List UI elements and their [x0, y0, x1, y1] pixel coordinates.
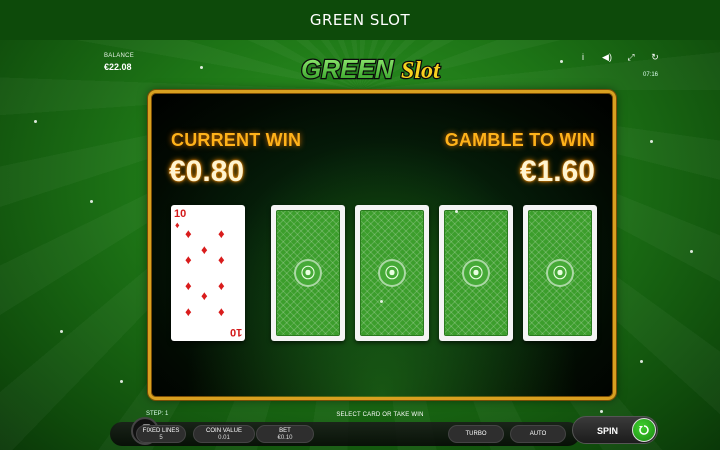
bet-value: €0.10: [277, 435, 293, 441]
card-emblem-icon: ⦿: [378, 259, 406, 287]
face-down-card-4[interactable]: ⦿: [523, 205, 597, 341]
balance-label: BALANCE: [104, 53, 135, 59]
diamond-icon: ♦: [218, 278, 225, 293]
clock: 07:16: [642, 72, 658, 78]
step-indicator: STEP: 1: [146, 411, 169, 417]
card-rank-bottom: 10: [229, 326, 242, 338]
snow-particle: [600, 410, 603, 413]
diamond-icon: ♦: [218, 226, 225, 241]
snow-particle: [90, 200, 93, 203]
spin-button[interactable]: SPIN: [572, 416, 658, 444]
face-down-card-2[interactable]: ⦿: [355, 205, 429, 341]
coin-value-label: COIN VALUE: [206, 428, 242, 434]
snow-particle: [455, 210, 458, 213]
card-emblem-icon: ⦿: [546, 259, 574, 287]
face-down-card-1[interactable]: ⦿: [271, 205, 345, 341]
turbo-label: TURBO: [465, 431, 487, 437]
face-down-card-3[interactable]: ⦿: [439, 205, 513, 341]
bet-control[interactable]: BET €0.10: [256, 425, 314, 443]
snow-particle: [690, 250, 693, 253]
snow-particle: [650, 140, 653, 143]
diamond-icon: ♦: [218, 304, 225, 319]
spin-label: SPIN: [597, 426, 619, 436]
snow-particle: [560, 60, 563, 63]
snow-particle: [120, 380, 123, 383]
card-emblem-icon: ⦿: [462, 259, 490, 287]
diamond-icon: ♦: [185, 278, 192, 293]
diamond-icon: ♦: [185, 226, 192, 241]
snow-particle: [60, 330, 63, 333]
current-win-label: CURRENT WIN: [171, 130, 302, 150]
auto-label: AUTO: [529, 431, 547, 437]
snow-particle: [200, 66, 203, 69]
fixed-lines-label: FIXED LINES: [142, 428, 180, 434]
spin-icon: [632, 418, 656, 442]
current-win-value: €0.80: [169, 155, 245, 188]
snow-particle: [640, 360, 643, 363]
history-icon[interactable]: ↻: [650, 52, 660, 62]
instruction-message: SELECT CARD OR TAKE WIN: [336, 412, 424, 418]
card-emblem-icon: ⦿: [294, 259, 322, 287]
snow-particle: [34, 120, 37, 123]
snow-particle: [380, 300, 383, 303]
coin-value-value: 0.01: [218, 435, 230, 441]
sound-icon[interactable]: ◀): [602, 52, 612, 62]
diamond-icon: ♦: [185, 304, 192, 319]
logo-text-slot: Slot: [401, 58, 441, 84]
balance-value: €22.08: [104, 62, 132, 72]
fullscreen-icon[interactable]: ⤢: [626, 52, 636, 62]
logo-text-green: GREEN: [301, 54, 395, 84]
gamble-to-win-value: €1.60: [519, 155, 595, 188]
fixed-lines-value: 5: [159, 435, 163, 441]
card-rank-top: 10: [174, 208, 187, 220]
bet-label: BET: [279, 428, 291, 434]
toolbar-icons: i ◀) ⤢ ↻: [578, 52, 660, 62]
revealed-card-ten-of-diamonds: 10 ♦ ♦ ♦ ♦ ♦ ♦ ♦ ♦ ♦ ♦ ♦ 10: [171, 205, 245, 341]
coin-value-control[interactable]: COIN VALUE 0.01: [193, 425, 255, 443]
game-title: GREEN SLOT: [309, 11, 411, 29]
diamond-icon: ♦: [218, 252, 225, 267]
game-logo: GREEN Slot: [295, 50, 465, 86]
gamble-to-win-label: GAMBLE TO WIN: [444, 130, 595, 150]
fixed-lines-control: FIXED LINES 5: [136, 425, 186, 443]
diamond-icon: ♦: [175, 220, 180, 230]
turbo-button[interactable]: TURBO: [448, 425, 504, 443]
auto-button[interactable]: AUTO: [510, 425, 566, 443]
gamble-panel: CURRENT WIN €0.80 GAMBLE TO WIN €1.60 10…: [148, 90, 616, 400]
balance-display: BALANCE €22.08: [104, 53, 134, 72]
info-icon[interactable]: i: [578, 52, 588, 62]
title-bar: GREEN SLOT: [0, 0, 720, 40]
diamond-icon: ♦: [201, 288, 208, 303]
diamond-icon: ♦: [185, 252, 192, 267]
diamond-icon: ♦: [201, 242, 208, 257]
